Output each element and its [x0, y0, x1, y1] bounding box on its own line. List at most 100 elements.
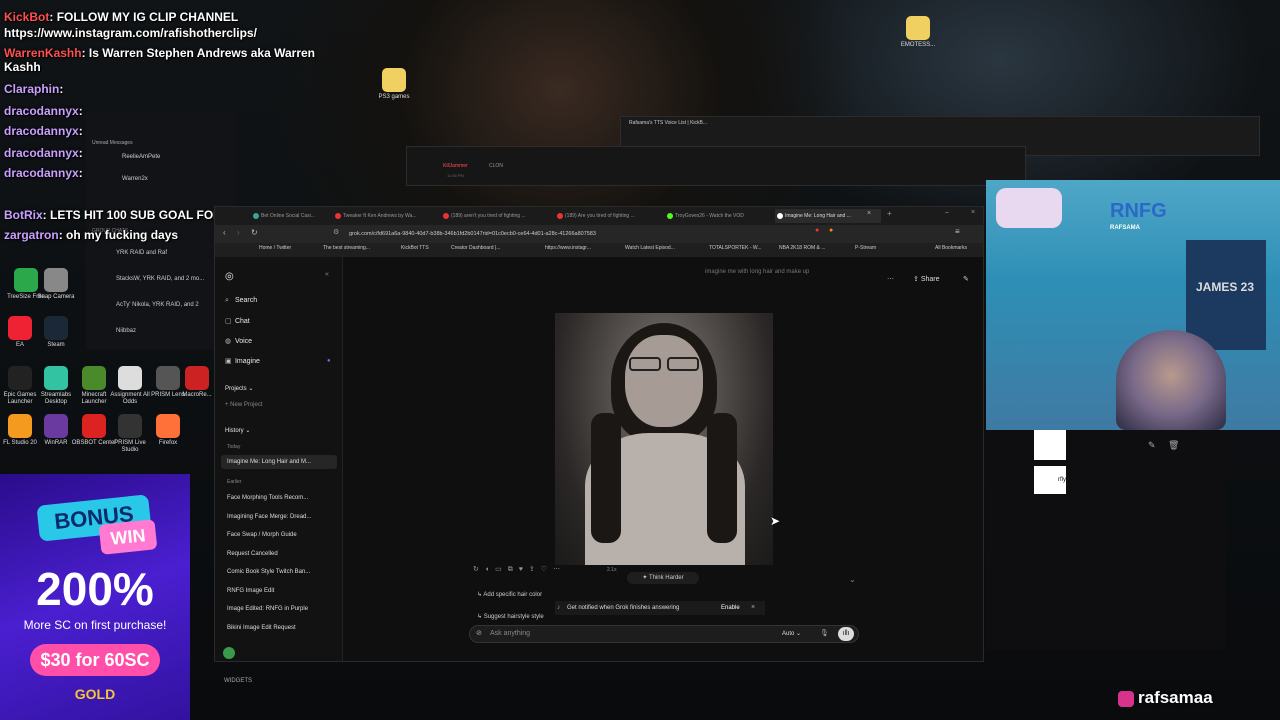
- dislike-icon[interactable]: ♡: [541, 566, 553, 573]
- bookmark-item[interactable]: Home / Twitter: [259, 245, 291, 251]
- mic-icon[interactable]: 🎙: [820, 626, 829, 642]
- history-header[interactable]: History ⌄: [225, 427, 250, 434]
- more-options-icon[interactable]: ⋯: [887, 275, 894, 283]
- close-tab-icon[interactable]: ×: [867, 210, 871, 217]
- more-icon[interactable]: ⋯: [553, 566, 566, 573]
- search-icon: ⌕: [225, 297, 229, 304]
- share-response-icon[interactable]: ⇪: [529, 566, 541, 573]
- extension-icon[interactable]: ●: [829, 227, 833, 234]
- desktop-icon-macro[interactable]: MacroRe...: [180, 366, 214, 399]
- grok-icon: [777, 213, 783, 219]
- tab-4[interactable]: (189) Are you tired of fighting ...: [555, 209, 655, 223]
- history-item-active[interactable]: Imagine Me: Long Hair and M...: [227, 459, 311, 465]
- generated-image[interactable]: [555, 313, 773, 565]
- history-item[interactable]: Face Swap / Morph Guide: [227, 532, 297, 538]
- history-item[interactable]: Bikini Image Edit Request: [227, 625, 296, 631]
- collapse-sidebar-icon[interactable]: «: [325, 271, 329, 278]
- bookmark-item[interactable]: Watch Latest Episod...: [625, 245, 675, 251]
- avatar[interactable]: [223, 647, 235, 659]
- history-item[interactable]: RNFG Image Edit: [227, 588, 274, 594]
- face: [625, 335, 703, 427]
- balloon-decor: [996, 188, 1062, 228]
- tab-3[interactable]: (189) aren't you tired of fighting ...: [441, 209, 541, 223]
- bookmark-item[interactable]: https://www.instagr...: [545, 245, 591, 251]
- regenerate-icon[interactable]: ↻: [473, 566, 485, 573]
- attach-icon[interactable]: ⊘: [476, 626, 482, 642]
- suggestion-chip[interactable]: ↳ Suggest hairstyle style: [477, 613, 544, 620]
- history-item[interactable]: Comic Book Style Twitch Ban...: [227, 569, 310, 575]
- bookmark-item[interactable]: P-Stream: [855, 245, 876, 251]
- nav-imagine[interactable]: ▣ Imagine: [225, 357, 260, 365]
- history-item[interactable]: Face Morphing Tools Recom...: [227, 495, 308, 501]
- instagram-icon: [1118, 690, 1134, 707]
- kick-icon: [667, 213, 673, 219]
- projects-header[interactable]: Projects ⌄: [225, 385, 253, 392]
- history-item[interactable]: Imagining Face Merge: Dread...: [227, 514, 311, 520]
- desktop-icon-firefox[interactable]: Firefox: [144, 414, 192, 447]
- discord-group-1[interactable]: YRK RAID and Raf: [116, 250, 167, 256]
- tab-5[interactable]: TroyGoves26 - Watch the VOD: [665, 209, 765, 223]
- chat-message: dracodannyx:: [4, 166, 83, 180]
- forward-icon[interactable]: ›: [237, 228, 240, 237]
- bookmark-item[interactable]: Creator Dashboard |...: [451, 245, 500, 251]
- grok-logo-icon[interactable]: ◎: [225, 271, 234, 282]
- tab-active[interactable]: Imagine Me: Long Hair and ...: [775, 209, 881, 223]
- edit-icon[interactable]: ✎: [1148, 440, 1156, 451]
- ad-more-text: More SC on first purchase!: [23, 618, 167, 632]
- discord-group-4[interactable]: Niibbaz: [116, 328, 136, 334]
- back-icon[interactable]: ‹: [223, 228, 226, 237]
- ask-input[interactable]: ⊘ Ask anything Auto ⌄ 🎙 ıllı: [469, 625, 859, 643]
- comment-icon[interactable]: ▭: [495, 566, 508, 573]
- nav-voice[interactable]: ◍ Voice: [225, 337, 252, 345]
- history-item[interactable]: Request Cancelled: [227, 551, 278, 557]
- trash-icon[interactable]: 🗑: [1168, 440, 1179, 451]
- mode-select[interactable]: Auto ⌄: [782, 626, 801, 642]
- close-window-icon[interactable]: ×: [971, 209, 975, 216]
- streamer: [1116, 330, 1226, 430]
- bookmark-item[interactable]: NBA 2K18 ROM & ...: [779, 245, 825, 251]
- url-field[interactable]: grok.com/c/fd691a6a-9840-40d7-b38b-346b1…: [349, 228, 699, 240]
- nav-search[interactable]: ⌕ Search: [225, 297, 257, 305]
- voice-mode-icon[interactable]: ıllı: [838, 627, 854, 641]
- bookmark-item[interactable]: KickBot TTS: [401, 245, 429, 251]
- scroll-down-icon[interactable]: ⌄: [849, 575, 856, 584]
- copy-icon[interactable]: ⧉: [508, 566, 519, 573]
- think-harder-button[interactable]: ✦ Think Harder: [627, 572, 699, 584]
- like-icon[interactable]: ♥: [519, 566, 529, 573]
- history-today-label: Today: [227, 444, 241, 450]
- new-chat-icon[interactable]: ✎: [963, 275, 969, 283]
- glasses-right: [667, 357, 699, 371]
- reload-icon[interactable]: ↻: [251, 228, 258, 237]
- history-item[interactable]: Image Edited: RNFG in Purple: [227, 606, 308, 612]
- bookmark-item[interactable]: The best streaming...: [323, 245, 370, 251]
- extension-icon[interactable]: ●: [815, 227, 819, 234]
- discord-group-3[interactable]: AcTy' Nikola, YRK RAID, and 2: [116, 302, 199, 308]
- speaker-icon[interactable]: ◖: [485, 566, 495, 573]
- discord-group-2[interactable]: StacksW, YRK RAID, and 2 mo...: [116, 276, 204, 282]
- bookmark-item[interactable]: TOTALSPORTEK - W...: [709, 245, 762, 251]
- share-button[interactable]: ⇪ Share: [913, 275, 940, 283]
- nav-chat[interactable]: ▢ Chat: [225, 317, 250, 325]
- tab-2[interactable]: Tweaker ft Ken Andrews by Wa...: [333, 209, 431, 223]
- desktop-icon-ps3[interactable]: PS3 games: [370, 68, 418, 101]
- menu-icon[interactable]: ≡: [955, 227, 960, 236]
- bonus-ad[interactable]: BONUS WIN 200% More SC on first purchase…: [0, 474, 190, 720]
- desktop-icon-snapcam[interactable]: Snap Camera: [32, 268, 80, 301]
- bookmark-item[interactable]: All Bookmarks: [935, 245, 967, 251]
- history-earlier-label: Earlier: [227, 479, 242, 485]
- desktop-icon-steam[interactable]: Steam: [32, 316, 80, 349]
- streamer-handle: rafsamaa: [1118, 688, 1213, 708]
- site-info-icon[interactable]: ⚙: [333, 228, 339, 236]
- enable-button[interactable]: Enable: [721, 601, 740, 615]
- tab-1[interactable]: Bet Online Social Casi...: [251, 209, 321, 223]
- new-project-button[interactable]: + New Project: [225, 402, 263, 408]
- dismiss-icon[interactable]: ×: [751, 601, 755, 615]
- desktop-icon-emotes[interactable]: EMOTESS...: [894, 16, 942, 49]
- discord-user-1[interactable]: ReelieAmPete: [122, 154, 160, 160]
- suggestion-chip[interactable]: ↳ Add specific hair color: [477, 591, 542, 598]
- minimize-icon[interactable]: –: [945, 209, 949, 216]
- chat-message: dracodannyx:: [4, 124, 83, 138]
- discord-user-2[interactable]: Warren2x: [122, 176, 148, 182]
- bg-tab-title[interactable]: Rafsama's TTS Voice List | KickB...: [629, 120, 707, 126]
- new-tab-icon[interactable]: +: [887, 209, 892, 218]
